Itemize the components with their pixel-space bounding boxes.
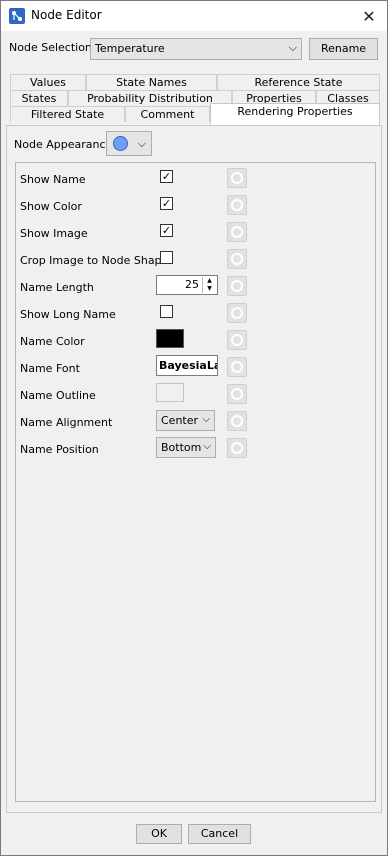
row-name-alignment: Name Alignment Center ⌵ bbox=[16, 408, 377, 435]
show-image-reset-button[interactable] bbox=[227, 222, 247, 242]
show-color-reset-button[interactable] bbox=[227, 195, 247, 215]
name-alignment-label: Name Alignment bbox=[20, 416, 113, 429]
tab-state-names[interactable]: State Names bbox=[86, 74, 217, 90]
chevron-down-icon: ⌵ bbox=[202, 414, 210, 425]
reset-icon bbox=[231, 361, 243, 373]
close-button[interactable]: ✕ bbox=[351, 1, 387, 31]
show-color-checkbox[interactable]: ✓ bbox=[160, 197, 173, 210]
show-name-reset-button[interactable] bbox=[227, 168, 247, 188]
chevron-down-icon: ⌵ bbox=[288, 41, 297, 54]
spinner-arrows[interactable]: ▲ ▼ bbox=[202, 277, 216, 293]
name-outline-label: Name Outline bbox=[20, 389, 96, 402]
reset-icon bbox=[231, 388, 243, 400]
node-appearance-label: Node Appearance bbox=[14, 138, 113, 151]
reset-icon bbox=[231, 253, 243, 265]
spinner-down-icon[interactable]: ▼ bbox=[203, 285, 216, 293]
tab-states[interactable]: States bbox=[10, 90, 68, 106]
row-show-name: Show Name ✓ bbox=[16, 165, 377, 192]
node-selection-value: Temperature bbox=[95, 42, 165, 55]
name-length-label: Name Length bbox=[20, 281, 94, 294]
spinner-up-icon[interactable]: ▲ bbox=[203, 277, 216, 285]
crop-image-reset-button[interactable] bbox=[227, 249, 247, 269]
name-length-reset-button[interactable] bbox=[227, 276, 247, 296]
reset-icon bbox=[231, 415, 243, 427]
node-selection-dropdown[interactable]: Temperature ⌵ bbox=[90, 38, 302, 60]
properties-list: Show Name ✓ Show Color ✓ Show Image ✓ Cr… bbox=[15, 162, 376, 802]
name-outline-reset-button[interactable] bbox=[227, 384, 247, 404]
name-color-label: Name Color bbox=[20, 335, 85, 348]
reset-icon bbox=[231, 199, 243, 211]
name-color-swatch[interactable] bbox=[156, 329, 184, 348]
rename-button[interactable]: Rename bbox=[309, 38, 378, 60]
show-long-name-label: Show Long Name bbox=[20, 308, 116, 321]
crop-image-label: Crop Image to Node Shape bbox=[20, 254, 169, 267]
name-position-value: Bottom bbox=[161, 441, 202, 454]
node-appearance-dropdown[interactable]: ⌵ bbox=[106, 131, 152, 156]
tab-reference-state[interactable]: Reference State bbox=[217, 74, 380, 90]
reset-icon bbox=[231, 334, 243, 346]
node-selection-label: Node Selection: bbox=[9, 41, 96, 54]
show-color-label: Show Color bbox=[20, 200, 82, 213]
name-alignment-dropdown[interactable]: Center ⌵ bbox=[156, 410, 215, 431]
tab-values[interactable]: Values bbox=[10, 74, 86, 90]
name-position-dropdown[interactable]: Bottom ⌵ bbox=[156, 437, 216, 458]
row-name-font: Name Font BayesiaLab bbox=[16, 354, 377, 381]
name-position-label: Name Position bbox=[20, 443, 99, 456]
name-position-reset-button[interactable] bbox=[227, 438, 247, 458]
row-name-position: Name Position Bottom ⌵ bbox=[16, 435, 377, 462]
title-bar: Node Editor ✕ bbox=[1, 1, 387, 31]
tab-probability-distribution[interactable]: Probability Distribution bbox=[68, 90, 232, 106]
tab-filtered-state[interactable]: Filtered State bbox=[10, 106, 125, 122]
chevron-down-icon: ⌵ bbox=[203, 441, 211, 452]
tab-comment[interactable]: Comment bbox=[125, 106, 210, 122]
row-name-length: Name Length 25 ▲ ▼ bbox=[16, 273, 377, 300]
show-image-checkbox[interactable]: ✓ bbox=[160, 224, 173, 237]
row-name-color: Name Color bbox=[16, 327, 377, 354]
name-alignment-value: Center bbox=[161, 414, 199, 427]
name-outline-swatch[interactable] bbox=[156, 383, 184, 402]
name-font-label: Name Font bbox=[20, 362, 80, 375]
close-icon: ✕ bbox=[362, 6, 376, 26]
crop-image-checkbox[interactable] bbox=[160, 251, 173, 264]
chevron-down-icon: ⌵ bbox=[137, 137, 146, 150]
reset-icon bbox=[231, 226, 243, 238]
window-title: Node Editor bbox=[31, 8, 102, 22]
tab-rendering-properties[interactable]: Rendering Properties bbox=[210, 103, 380, 125]
ok-button[interactable]: OK bbox=[136, 824, 182, 844]
name-alignment-reset-button[interactable] bbox=[227, 411, 247, 431]
show-name-label: Show Name bbox=[20, 173, 86, 186]
node-shape-circle-icon bbox=[113, 136, 128, 151]
rendering-properties-panel: Node Appearance ⌵ Show Name ✓ Show Color… bbox=[6, 125, 382, 813]
name-font-button[interactable]: BayesiaLab bbox=[156, 355, 218, 376]
name-font-reset-button[interactable] bbox=[227, 357, 247, 377]
name-length-spinner[interactable]: 25 ▲ ▼ bbox=[156, 275, 218, 295]
node-selection-row: Node Selection: Temperature ⌵ Rename bbox=[9, 37, 379, 61]
show-image-label: Show Image bbox=[20, 227, 88, 240]
show-long-name-checkbox[interactable] bbox=[160, 305, 173, 318]
row-show-long-name: Show Long Name bbox=[16, 300, 377, 327]
show-long-name-reset-button[interactable] bbox=[227, 303, 247, 323]
row-show-image: Show Image ✓ bbox=[16, 219, 377, 246]
reset-icon bbox=[231, 307, 243, 319]
show-name-checkbox[interactable]: ✓ bbox=[160, 170, 173, 183]
row-name-outline: Name Outline bbox=[16, 381, 377, 408]
name-length-value: 25 bbox=[185, 278, 199, 291]
reset-icon bbox=[231, 172, 243, 184]
row-crop-image: Crop Image to Node Shape bbox=[16, 246, 377, 273]
row-show-color: Show Color ✓ bbox=[16, 192, 377, 219]
reset-icon bbox=[231, 442, 243, 454]
name-color-reset-button[interactable] bbox=[227, 330, 247, 350]
cancel-button[interactable]: Cancel bbox=[188, 824, 251, 844]
app-icon bbox=[9, 8, 25, 24]
node-editor-window: Node Editor ✕ Node Selection: Temperatur… bbox=[0, 0, 388, 856]
reset-icon bbox=[231, 280, 243, 292]
